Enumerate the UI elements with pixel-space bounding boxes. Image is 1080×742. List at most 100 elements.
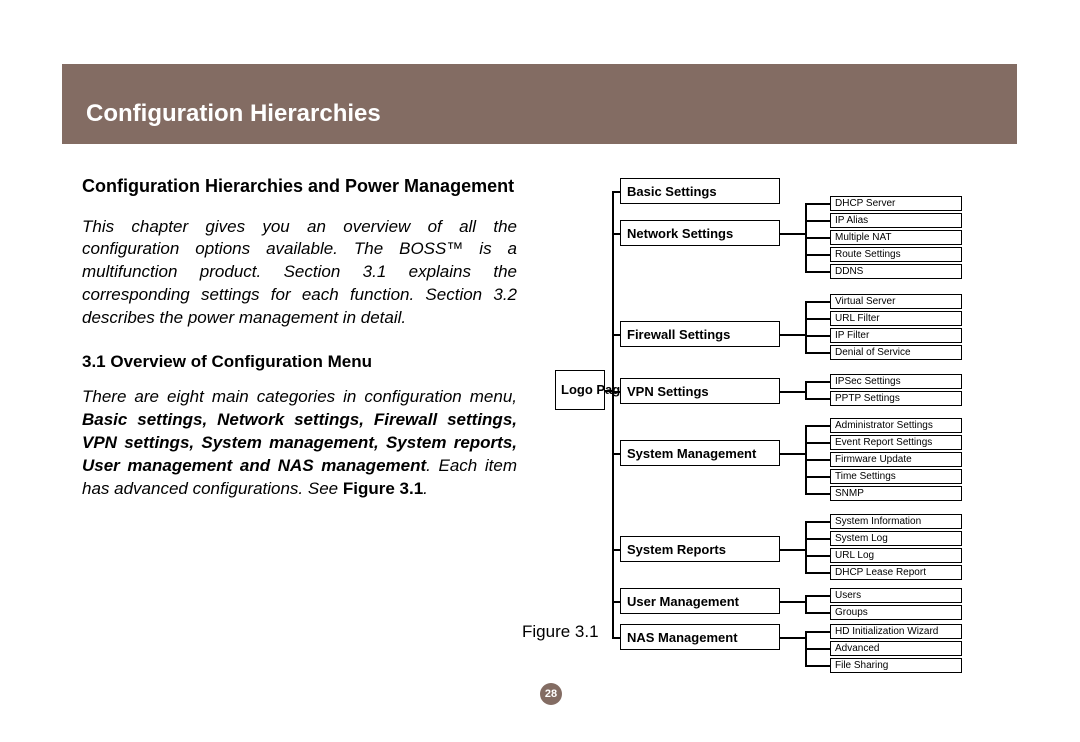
sub-label: IP Filter [835, 330, 869, 341]
connector [805, 301, 807, 352]
sub-label: HD Initialization Wizard [835, 626, 938, 637]
chapter-title: Configuration Hierarchies [62, 64, 1017, 128]
connector [612, 453, 620, 455]
sub-label: Users [835, 590, 861, 601]
main-label: Basic Settings [627, 184, 717, 199]
sub-label: SNMP [835, 488, 864, 499]
sub-item: System Information [830, 514, 962, 529]
main-sysrep: System Reports [620, 536, 780, 562]
chapter-intro: This chapter gives you an overview of al… [82, 216, 517, 331]
subsection-number: 3.1 [82, 352, 106, 371]
connector [805, 301, 830, 303]
connector [805, 220, 830, 222]
sub-item: Time Settings [830, 469, 962, 484]
connector [605, 390, 612, 392]
sub-item: DHCP Lease Report [830, 565, 962, 580]
connector [805, 203, 830, 205]
main-network: Network Settings [620, 220, 780, 246]
connector [805, 521, 830, 523]
sub-item: URL Log [830, 548, 962, 563]
main-label: Firewall Settings [627, 327, 730, 342]
connector [612, 637, 620, 639]
body-end: . [423, 479, 428, 498]
connector [805, 665, 830, 667]
connector [805, 398, 830, 400]
main-nas: NAS Management [620, 624, 780, 650]
sub-item: URL Filter [830, 311, 962, 326]
sub-label: URL Filter [835, 313, 880, 324]
text-column: Configuration Hierarchies and Power Mana… [82, 175, 517, 501]
connector [805, 254, 830, 256]
connector [780, 453, 805, 455]
connector [805, 631, 830, 633]
connector [612, 601, 620, 603]
connector [805, 476, 830, 478]
diagram-root: Logo Page [555, 370, 605, 410]
connector [805, 381, 830, 383]
subsection-title: Overview of Configuration Menu [110, 352, 372, 371]
connector [805, 442, 830, 444]
sub-item: DHCP Server [830, 196, 962, 211]
main-firewall: Firewall Settings [620, 321, 780, 347]
sub-label: Firmware Update [835, 454, 912, 465]
main-sysmgmt: System Management [620, 440, 780, 466]
main-usermgmt: User Management [620, 588, 780, 614]
connector [780, 601, 805, 603]
connector [805, 335, 830, 337]
main-label: System Management [627, 446, 756, 461]
main-label: Network Settings [627, 226, 733, 241]
connector [805, 538, 830, 540]
connector [805, 521, 807, 572]
connector [805, 595, 807, 612]
connector [805, 595, 830, 597]
main-label: System Reports [627, 542, 726, 557]
subsection-heading: 3.1 Overview of Configuration Menu [82, 352, 517, 372]
sub-label: System Log [835, 533, 888, 544]
diagram-root-label: Logo Page [561, 382, 627, 398]
sub-item: Route Settings [830, 247, 962, 262]
sub-item: IP Filter [830, 328, 962, 343]
figure-reference: Figure 3.1 [343, 479, 423, 498]
sub-item: Groups [830, 605, 962, 620]
main-label: User Management [627, 594, 739, 609]
connector [780, 334, 805, 336]
main-vpn: VPN Settings [620, 378, 780, 404]
sub-item: SNMP [830, 486, 962, 501]
connector [612, 334, 620, 336]
sub-label: URL Log [835, 550, 874, 561]
connector [805, 572, 830, 574]
sub-item: IPSec Settings [830, 374, 962, 389]
connector [612, 191, 620, 193]
sub-label: IP Alias [835, 215, 868, 226]
connector [805, 352, 830, 354]
sub-label: Advanced [835, 643, 879, 654]
sub-item: Virtual Server [830, 294, 962, 309]
connector [780, 233, 805, 235]
sub-label: Route Settings [835, 249, 901, 260]
sub-item: IP Alias [830, 213, 962, 228]
connector [805, 493, 830, 495]
sub-item: Multiple NAT [830, 230, 962, 245]
sub-label: DHCP Lease Report [835, 567, 926, 578]
sub-item: File Sharing [830, 658, 962, 673]
main-label: NAS Management [627, 630, 738, 645]
connector [805, 318, 830, 320]
sub-label: Groups [835, 607, 868, 618]
hierarchy-diagram: Logo Page Basic Settings Network Setting… [555, 178, 1020, 668]
body-lead: There are eight main categories in confi… [82, 387, 517, 406]
sub-label: DDNS [835, 266, 863, 277]
sub-label: Virtual Server [835, 296, 895, 307]
connector [805, 648, 830, 650]
connector [805, 381, 807, 398]
sub-label: File Sharing [835, 660, 888, 671]
connector [805, 459, 830, 461]
sub-label: Time Settings [835, 471, 896, 482]
sub-label: Multiple NAT [835, 232, 892, 243]
sub-item: Firmware Update [830, 452, 962, 467]
sub-label: System Information [835, 516, 921, 527]
main-basic: Basic Settings [620, 178, 780, 204]
connector [805, 612, 830, 614]
section-heading: Configuration Hierarchies and Power Mana… [82, 175, 517, 198]
sub-label: Denial of Service [835, 347, 911, 358]
sub-label: Event Report Settings [835, 437, 932, 448]
